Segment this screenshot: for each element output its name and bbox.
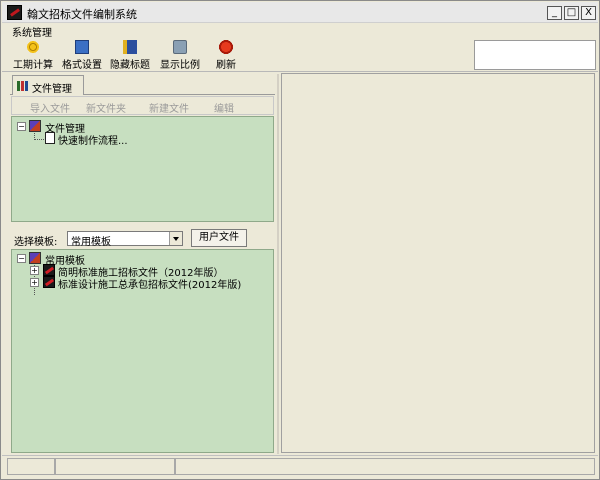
document-view-pane[interactable]: [281, 73, 595, 453]
status-bar: [2, 455, 598, 477]
tab-file-management-label: 文件管理: [32, 84, 72, 95]
left-pane: 文件管理 导入文件 新文件夹 新建文件 编辑 − 文件管理 快速制作流程... …: [7, 75, 275, 453]
collapse-toggle[interactable]: −: [17, 122, 26, 131]
template-tree: − 常用模板 + 简明标准施工招标文件（2012年版） + 标准设计施工总承包招…: [11, 249, 274, 453]
refresh-icon: [219, 40, 233, 54]
template-select-label: 选择模板:: [14, 237, 58, 248]
expand-toggle[interactable]: +: [30, 278, 39, 287]
folder-cube-icon: [29, 120, 41, 132]
refresh-button[interactable]: 刷新: [213, 40, 239, 71]
template-doc-icon: [43, 264, 55, 276]
template-doc-icon: [43, 276, 55, 288]
format-settings-label: 格式设置: [62, 60, 102, 71]
template-select[interactable]: 常用模板: [67, 231, 183, 248]
title-bar[interactable]: 翰文招标文件编制系统 _ □ X: [2, 2, 598, 23]
display-ratio-button[interactable]: 显示比例: [157, 40, 203, 71]
books-icon: [17, 81, 28, 91]
maximize-button[interactable]: □: [564, 6, 579, 20]
folder-cube-icon: [29, 252, 41, 264]
book-icon: [123, 40, 137, 54]
tree-item-design-construction-tender[interactable]: 标准设计施工总承包招标文件(2012年版): [58, 276, 241, 291]
tab-file-management[interactable]: 文件管理: [12, 75, 84, 95]
document-icon: [75, 40, 89, 54]
menu-system-management[interactable]: 系统管理: [12, 24, 52, 39]
file-tree: − 文件管理 快速制作流程...: [11, 116, 274, 222]
new-folder-button[interactable]: 新文件夹: [86, 100, 126, 115]
app-logo-icon: [7, 5, 22, 20]
gear-icon: [26, 40, 40, 54]
minimize-button[interactable]: _: [547, 6, 562, 20]
status-segment: [175, 458, 595, 475]
pane-splitter[interactable]: [277, 74, 279, 454]
search-input[interactable]: [474, 40, 596, 70]
status-segment: [7, 458, 55, 475]
close-button[interactable]: X: [581, 6, 596, 20]
zoom-icon: [173, 40, 187, 54]
main-toolbar: 工期计算 格式设置 隐藏标题 显示比例 刷新: [2, 38, 598, 72]
import-file-button[interactable]: 导入文件: [30, 100, 70, 115]
tab-bar: 文件管理: [10, 75, 275, 95]
edit-button[interactable]: 编辑: [214, 100, 234, 115]
tree-item-quick-process[interactable]: 快速制作流程...: [58, 132, 128, 147]
hide-title-label: 隐藏标题: [110, 60, 150, 71]
duration-calc-label: 工期计算: [13, 60, 53, 71]
template-select-value: 常用模板: [71, 237, 111, 248]
duration-calc-button[interactable]: 工期计算: [12, 40, 54, 71]
collapse-toggle[interactable]: −: [17, 254, 26, 263]
status-segment: [55, 458, 175, 475]
user-files-button[interactable]: 用户文件: [191, 229, 247, 247]
hide-title-button[interactable]: 隐藏标题: [108, 40, 152, 71]
refresh-label: 刷新: [216, 60, 236, 71]
page-icon: [45, 132, 55, 144]
chevron-down-icon[interactable]: [169, 232, 182, 245]
window-title: 翰文招标文件编制系统: [27, 8, 137, 21]
expand-toggle[interactable]: +: [30, 266, 39, 275]
new-file-button[interactable]: 新建文件: [149, 100, 189, 115]
file-actions-toolbar: 导入文件 新文件夹 新建文件 编辑: [11, 96, 274, 115]
format-settings-button[interactable]: 格式设置: [60, 40, 104, 71]
app-window: 翰文招标文件编制系统 _ □ X 系统管理 工期计算 格式设置 隐藏标题 显示比…: [0, 0, 600, 480]
menu-bar: 系统管理: [2, 23, 598, 39]
tree-connector: [34, 139, 44, 140]
display-ratio-label: 显示比例: [160, 60, 200, 71]
